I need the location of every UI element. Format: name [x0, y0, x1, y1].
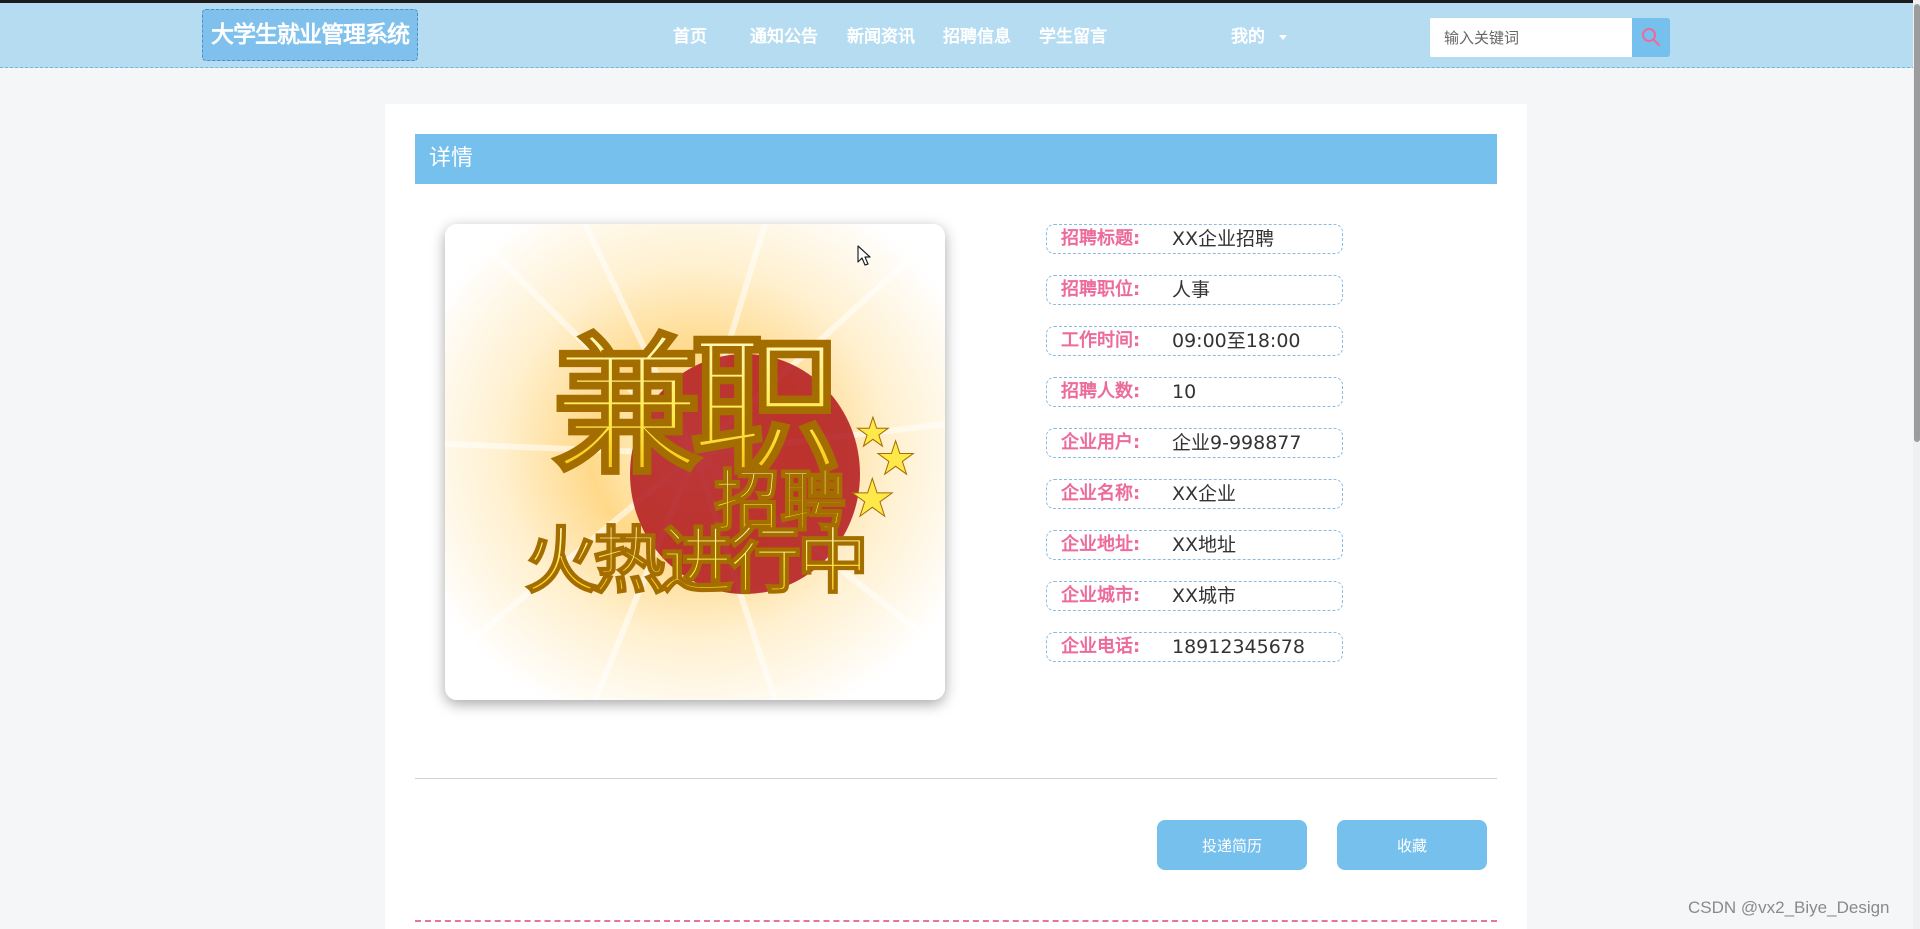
search-icon [1642, 28, 1661, 47]
info-label: 企业电话: [1061, 636, 1141, 657]
info-value: 18912345678 [1172, 636, 1305, 658]
section-title: 详情 [415, 134, 1497, 184]
info-row-company-user: 企业用户: 企业9-998877 [1046, 428, 1343, 458]
info-row-title: 招聘标题: XX企业招聘 [1046, 224, 1343, 254]
nav-item-news[interactable]: 新闻资讯 [847, 3, 915, 71]
top-navigation-bar: 大学生就业管理系统 首页 通知公告 新闻资讯 招聘信息 学生留言 我的 [0, 0, 1920, 68]
favorite-button[interactable]: 收藏 [1337, 820, 1487, 870]
scrollbar-thumb[interactable] [1914, 4, 1920, 442]
info-value: XX企业 [1172, 483, 1237, 505]
info-value: 10 [1172, 381, 1197, 403]
info-label: 企业用户: [1061, 432, 1141, 453]
info-label: 招聘人数: [1061, 381, 1141, 402]
info-label: 企业名称: [1061, 483, 1141, 504]
poster-slogan: 火热进行中 [525, 519, 865, 603]
nav-item-mine[interactable]: 我的 [1231, 3, 1287, 71]
content-divider [415, 778, 1497, 779]
search-input[interactable] [1430, 18, 1632, 57]
info-row-work-time: 工作时间: 09:00至18:00 [1046, 326, 1343, 356]
info-label: 招聘职位: [1061, 279, 1141, 300]
info-row-headcount: 招聘人数: 10 [1046, 377, 1343, 407]
job-poster-image: 兼职 招聘 火热进行中 ★ ★ ★ [445, 224, 945, 700]
nav-item-mine-label: 我的 [1231, 27, 1265, 47]
info-value: XX企业招聘 [1172, 228, 1275, 250]
caret-down-icon [1279, 34, 1287, 40]
watermark: CSDN @vx2_Biye_Design [1688, 898, 1890, 917]
info-row-company-city: 企业城市: XX城市 [1046, 581, 1343, 611]
info-row-company-name: 企业名称: XX企业 [1046, 479, 1343, 509]
nav-item-recruitment[interactable]: 招聘信息 [943, 3, 1011, 71]
star-icon: ★ [849, 469, 896, 529]
info-value: 企业9-998877 [1172, 432, 1302, 454]
nav-item-home[interactable]: 首页 [673, 3, 707, 71]
mouse-cursor-icon [857, 245, 871, 266]
info-label: 企业地址: [1061, 534, 1141, 555]
info-row-company-address: 企业地址: XX地址 [1046, 530, 1343, 560]
nav-item-messages[interactable]: 学生留言 [1039, 3, 1107, 71]
info-label: 企业城市: [1061, 585, 1141, 606]
info-row-position: 招聘职位: 人事 [1046, 275, 1343, 305]
nav-item-notices[interactable]: 通知公告 [750, 3, 818, 71]
info-value: 人事 [1172, 279, 1211, 301]
info-label: 工作时间: [1061, 330, 1141, 351]
search-button[interactable] [1632, 18, 1670, 57]
info-label: 招聘标题: [1061, 228, 1141, 249]
info-row-company-phone: 企业电话: 18912345678 [1046, 632, 1343, 662]
detail-card: 详情 兼职 招聘 火热进行中 ★ ★ ★ 招聘标题: XX企业招聘 招聘职位: … [385, 104, 1527, 929]
info-value: XX地址 [1172, 534, 1237, 556]
search-box [1430, 18, 1670, 57]
info-value: XX城市 [1172, 585, 1237, 607]
site-logo[interactable]: 大学生就业管理系统 [202, 9, 418, 61]
info-value: 09:00至18:00 [1172, 330, 1301, 352]
apply-resume-button[interactable]: 投递简历 [1157, 820, 1307, 870]
bottom-dashed-divider [415, 920, 1497, 922]
